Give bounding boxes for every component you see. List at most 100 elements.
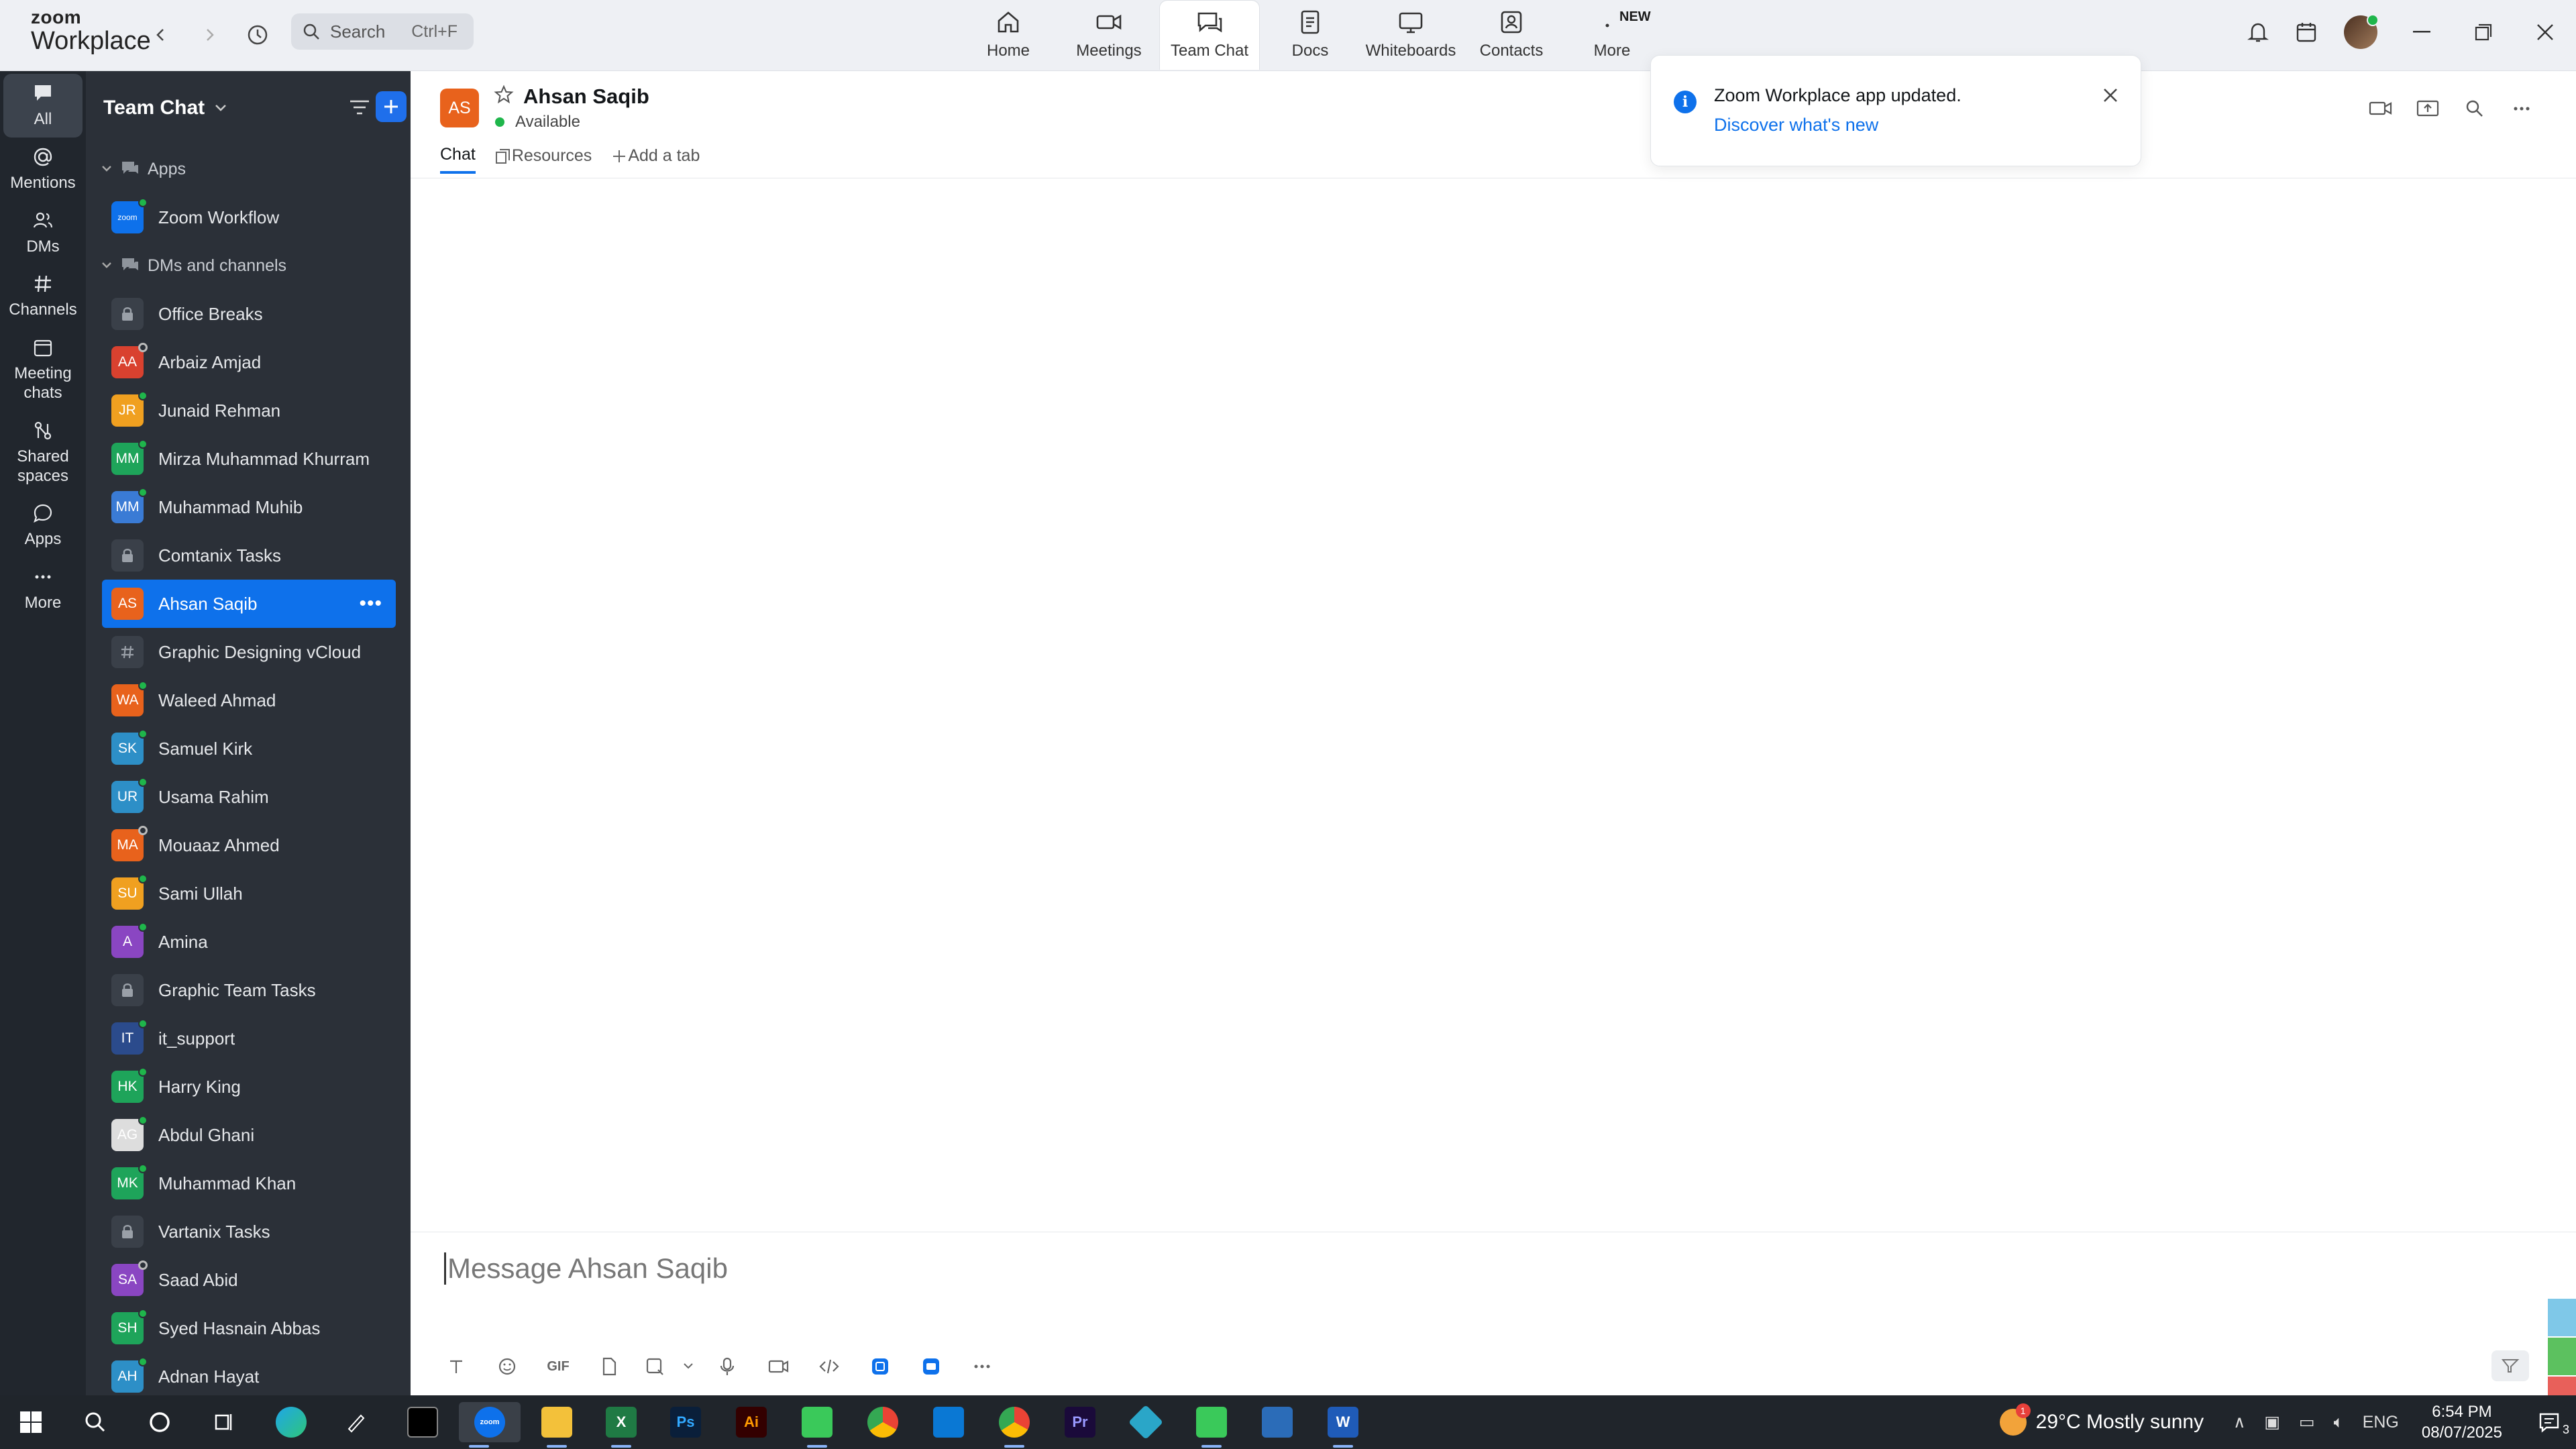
close-window-icon[interactable] bbox=[2514, 8, 2576, 56]
word-icon[interactable]: W bbox=[1323, 1402, 1363, 1448]
taskbar-search-icon[interactable] bbox=[75, 1402, 115, 1442]
share-screen-icon[interactable] bbox=[2404, 98, 2451, 119]
file-icon[interactable] bbox=[584, 1356, 635, 1377]
weather-widget[interactable]: 29°C Mostly sunny bbox=[1999, 1403, 2204, 1436]
dms-section-header[interactable]: DMs and channels bbox=[86, 241, 411, 290]
back-arrow-icon[interactable] bbox=[145, 19, 177, 51]
message-input[interactable]: Message Ahsan Saqib bbox=[444, 1252, 728, 1285]
video-call-icon[interactable] bbox=[2357, 98, 2404, 119]
volume-icon[interactable]: 🔈︎ bbox=[2334, 1413, 2344, 1432]
chevron-down-icon[interactable] bbox=[214, 103, 227, 113]
microphone-icon[interactable] bbox=[702, 1356, 753, 1377]
nav-more[interactable]: NEW More bbox=[1562, 0, 1662, 70]
minimize-icon[interactable] bbox=[2391, 8, 2453, 56]
green-app-icon[interactable] bbox=[797, 1402, 837, 1448]
toast-link[interactable]: Discover what's new bbox=[1714, 115, 1878, 136]
nav-home[interactable]: Home bbox=[958, 0, 1059, 70]
search-icon[interactable] bbox=[2451, 98, 2498, 119]
side-widget-blue[interactable] bbox=[2548, 1299, 2576, 1336]
nav-whiteboards[interactable]: Whiteboards bbox=[1360, 0, 1461, 70]
rail-all[interactable]: All bbox=[3, 74, 83, 138]
zoom-app-icon[interactable] bbox=[906, 1356, 957, 1377]
screenshot-icon[interactable] bbox=[635, 1356, 675, 1377]
windows-start-icon[interactable] bbox=[11, 1402, 51, 1442]
terminal-icon[interactable] bbox=[402, 1402, 443, 1442]
side-widget-green[interactable] bbox=[2548, 1338, 2576, 1375]
filter-icon[interactable] bbox=[347, 95, 372, 119]
sidebar-item-vartanix-tasks[interactable]: Vartanix Tasks bbox=[86, 1208, 411, 1256]
clock[interactable]: 6:54 PM 08/07/2025 bbox=[2422, 1401, 2502, 1443]
calendar-icon[interactable] bbox=[2282, 8, 2330, 56]
forward-arrow-icon[interactable] bbox=[193, 19, 225, 51]
tab-resources[interactable]: Resources bbox=[494, 145, 592, 174]
chrome-profile-icon[interactable] bbox=[994, 1402, 1034, 1448]
network-icon[interactable]: ▭ bbox=[2299, 1412, 2315, 1432]
sidebar-item-harry-king[interactable]: HK Harry King bbox=[86, 1063, 411, 1111]
rail-channels[interactable]: Channels bbox=[3, 264, 83, 328]
star-icon[interactable] bbox=[494, 85, 514, 105]
sidebar-item-syed-hasnain-abbas[interactable]: SH Syed Hasnain Abbas bbox=[86, 1304, 411, 1352]
rail-mentions[interactable]: Mentions bbox=[3, 138, 83, 201]
tab-add[interactable]: Add a tab bbox=[610, 145, 700, 174]
green-app-2-icon[interactable] bbox=[1191, 1402, 1232, 1448]
sidebar-item-mouaaz-ahmed[interactable]: MA Mouaaz Ahmed bbox=[86, 821, 411, 869]
sidebar-item-comtanix-tasks[interactable]: Comtanix Tasks bbox=[86, 531, 411, 580]
send-button[interactable] bbox=[2491, 1350, 2529, 1381]
sidebar-item-office-breaks[interactable]: Office Breaks bbox=[86, 290, 411, 338]
task-view-icon[interactable] bbox=[204, 1402, 244, 1442]
sidebar-item-zoom-workflow[interactable]: zoom Zoom Workflow bbox=[86, 193, 411, 241]
sidebar-item-samuel-kirk[interactable]: SK Samuel Kirk bbox=[86, 724, 411, 773]
close-icon[interactable] bbox=[2102, 87, 2119, 104]
sidebar-item-ahsan-saqib[interactable]: AS Ahsan Saqib ••• bbox=[102, 580, 396, 628]
emoji-icon[interactable] bbox=[482, 1356, 533, 1377]
gif-button[interactable]: GIF bbox=[533, 1359, 584, 1375]
pen-app-icon[interactable] bbox=[335, 1402, 376, 1442]
nav-meetings[interactable]: Meetings bbox=[1059, 0, 1159, 70]
search-input[interactable]: Search Ctrl+F bbox=[291, 13, 474, 50]
video-message-icon[interactable] bbox=[753, 1357, 804, 1376]
restore-icon[interactable] bbox=[2453, 8, 2514, 56]
sidebar-item-muhammad-khan[interactable]: MK Muhammad Khan bbox=[86, 1159, 411, 1208]
sidebar-item-graphic-designing-vcloud[interactable]: Graphic Designing vCloud bbox=[86, 628, 411, 676]
diamond-app-icon[interactable] bbox=[1126, 1402, 1166, 1442]
meet-now-icon[interactable]: ▣ bbox=[2264, 1412, 2280, 1432]
sidebar-item-adnan-hayat[interactable]: AH Adnan Hayat bbox=[86, 1352, 411, 1401]
sidebar-item-saad-abid[interactable]: SA Saad Abid bbox=[86, 1256, 411, 1304]
rail-dms[interactable]: DMs bbox=[3, 201, 83, 265]
user-avatar[interactable] bbox=[2344, 14, 2379, 49]
file-explorer-icon[interactable] bbox=[537, 1402, 577, 1448]
photoshop-icon[interactable]: Ps bbox=[665, 1402, 706, 1442]
item-more-icon[interactable]: ••• bbox=[359, 592, 382, 615]
sidebar-item-junaid-rehman[interactable]: JR Junaid Rehman bbox=[86, 386, 411, 435]
code-snippet-icon[interactable] bbox=[804, 1357, 855, 1376]
premiere-icon[interactable]: Pr bbox=[1060, 1402, 1100, 1442]
sidebar-item-sami-ullah[interactable]: SU Sami Ullah bbox=[86, 869, 411, 918]
more-tools-icon[interactable] bbox=[957, 1356, 1008, 1377]
more-options-icon[interactable] bbox=[2498, 98, 2545, 119]
tab-chat[interactable]: Chat bbox=[440, 145, 476, 174]
sidebar-item-it-support[interactable]: IT it_support bbox=[86, 1014, 411, 1063]
sidebar-item-waleed-ahmad[interactable]: WA Waleed Ahmad bbox=[86, 676, 411, 724]
rail-meeting-chats[interactable]: Meeting chats bbox=[3, 328, 83, 411]
language-indicator[interactable]: ENG bbox=[2363, 1413, 2399, 1432]
sidebar-item-amina[interactable]: A Amina bbox=[86, 918, 411, 966]
rail-more[interactable]: More bbox=[3, 557, 83, 621]
text-format-icon[interactable] bbox=[431, 1357, 482, 1376]
cortana-icon[interactable] bbox=[140, 1402, 180, 1442]
apps-section-header[interactable]: Apps bbox=[86, 145, 411, 193]
rail-shared-spaces[interactable]: Shared spaces bbox=[3, 411, 83, 494]
rail-apps[interactable]: Apps bbox=[3, 494, 83, 557]
edge-browser-icon[interactable] bbox=[271, 1402, 311, 1442]
vscode-icon[interactable] bbox=[928, 1402, 969, 1442]
nav-docs[interactable]: Docs bbox=[1260, 0, 1360, 70]
chevron-down-icon[interactable] bbox=[675, 1362, 702, 1371]
sidebar-title[interactable]: Team Chat bbox=[103, 97, 205, 119]
calculator-icon[interactable] bbox=[1257, 1402, 1297, 1442]
app-integration-icon[interactable] bbox=[855, 1356, 906, 1377]
history-clock-icon[interactable] bbox=[241, 19, 274, 51]
sidebar-item-arbaiz-amjad[interactable]: AA Arbaiz Amjad bbox=[86, 338, 411, 386]
chat-avatar[interactable]: AS bbox=[440, 89, 479, 127]
sidebar-item-graphic-team-tasks[interactable]: Graphic Team Tasks bbox=[86, 966, 411, 1014]
sidebar-item-abdul-ghani[interactable]: AG Abdul Ghani bbox=[86, 1111, 411, 1159]
chat-contact-name[interactable]: Ahsan Saqib bbox=[523, 85, 649, 109]
